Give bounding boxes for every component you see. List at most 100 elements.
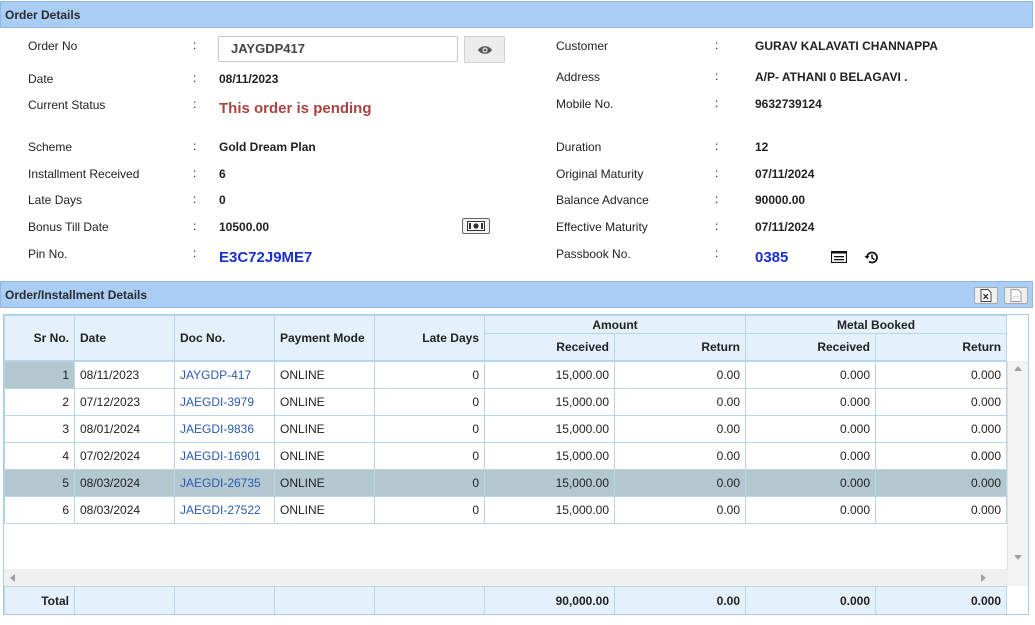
colon: :	[715, 192, 719, 206]
colon: :	[193, 166, 197, 180]
table-row[interactable]: 6 08/03/2024 JAEGDI-27522 ONLINE 0 15,00…	[4, 496, 1007, 524]
table-row-selected[interactable]: 5 08/03/2024 JAEGDI-26735 ONLINE 0 15,00…	[4, 469, 1007, 497]
colon: :	[715, 246, 719, 260]
doc-no-link[interactable]: JAEGDI-16901	[174, 442, 275, 470]
colon: :	[715, 69, 719, 83]
late-days-cell: 0	[374, 469, 485, 497]
passbook-no-label: Passbook No.	[556, 247, 631, 261]
mobile-no-value: 9632739124	[755, 97, 822, 111]
passbook-button[interactable]	[830, 250, 848, 264]
history-button[interactable]	[862, 249, 880, 265]
installment-received-label: Installment Received	[28, 167, 140, 181]
doc-no-link[interactable]: JAEGDI-27522	[174, 496, 275, 524]
col-sr-no[interactable]: Sr No.	[4, 315, 75, 361]
amount-received-cell: 15,000.00	[484, 496, 615, 524]
col-date[interactable]: Date	[74, 315, 175, 361]
installment-grid-body: 1 08/11/2023 JAYGDP-417 ONLINE 0 15,000.…	[4, 361, 1007, 524]
date-cell: 08/01/2024	[74, 415, 175, 443]
amount-received-cell: 15,000.00	[484, 469, 615, 497]
table-row[interactable]: 1 08/11/2023 JAYGDP-417 ONLINE 0 15,000.…	[4, 361, 1007, 389]
original-maturity-label: Original Maturity	[556, 167, 644, 181]
colon: :	[193, 38, 197, 52]
col-late-days[interactable]: Late Days	[374, 315, 485, 361]
metal-return-cell: 0.000	[875, 496, 1007, 524]
effective-maturity-label: Effective Maturity	[556, 220, 648, 234]
history-icon	[864, 251, 878, 263]
doc-no-link[interactable]: JAYGDP-417	[174, 361, 275, 389]
cash-icon	[467, 221, 485, 231]
date-cell: 08/03/2024	[74, 469, 175, 497]
col-group-amount: Amount	[483, 315, 747, 334]
col-payment-mode[interactable]: Payment Mode	[274, 315, 375, 361]
scroll-down-icon[interactable]	[1014, 555, 1022, 560]
horizontal-scrollbar[interactable]	[4, 569, 1008, 586]
table-row[interactable]: 4 07/02/2024 JAEGDI-16901 ONLINE 0 15,00…	[4, 442, 1007, 470]
amount-received-cell: 15,000.00	[484, 415, 615, 443]
export-pdf-button[interactable]	[1004, 287, 1028, 304]
installment-received-value: 6	[219, 167, 226, 181]
table-row[interactable]: 3 08/01/2024 JAEGDI-9836 ONLINE 0 15,000…	[4, 415, 1007, 443]
table-row[interactable]: 2 07/12/2023 JAEGDI-3979 ONLINE 0 15,000…	[4, 388, 1007, 416]
amount-received-cell: 15,000.00	[484, 442, 615, 470]
installment-grid: Sr No. Date Doc No. Payment Mode Late Da…	[3, 314, 1029, 615]
date-cell: 08/03/2024	[74, 496, 175, 524]
col-metal-received[interactable]: Received	[745, 333, 877, 361]
view-order-button[interactable]	[464, 36, 505, 63]
passbook-no-value: 0385	[755, 249, 789, 266]
date-cell: 08/11/2023	[74, 361, 175, 389]
colon: :	[193, 246, 197, 260]
bonus-cash-button[interactable]	[462, 218, 490, 234]
payment-mode-cell: ONLINE	[274, 361, 375, 389]
payment-mode-cell: ONLINE	[274, 496, 375, 524]
export-excel-button[interactable]	[974, 287, 998, 304]
metal-received-cell: 0.000	[745, 361, 876, 389]
order-no-input[interactable]: JAYGDP417	[218, 36, 458, 62]
col-doc-no[interactable]: Doc No.	[174, 315, 275, 361]
installment-grid-header: Sr No. Date Doc No. Payment Mode Late Da…	[4, 315, 1008, 361]
sr-no-cell: 2	[4, 388, 75, 416]
late-days-cell: 0	[374, 415, 485, 443]
sr-no-cell: 3	[4, 415, 75, 443]
excel-icon	[980, 289, 992, 302]
address-label: Address	[556, 70, 601, 84]
colon: :	[193, 219, 197, 233]
sr-no-cell: 4	[4, 442, 75, 470]
duration-value: 12	[755, 140, 769, 154]
colon: :	[715, 219, 719, 233]
metal-return-cell: 0.000	[875, 361, 1007, 389]
scroll-right-icon[interactable]	[981, 574, 986, 582]
order-no-label: Order No	[28, 39, 78, 53]
doc-no-link[interactable]: JAEGDI-26735	[174, 469, 275, 497]
col-amount-received[interactable]: Received	[484, 333, 615, 361]
doc-no-link[interactable]: JAEGDI-9836	[174, 415, 275, 443]
current-status-label: Current Status	[28, 98, 106, 112]
colon: :	[715, 38, 719, 52]
payment-mode-cell: ONLINE	[274, 388, 375, 416]
address-value: A/P- ATHANI 0 BELAGAVI .	[755, 70, 908, 84]
late-days-cell: 0	[374, 496, 485, 524]
metal-return-cell: 0.000	[875, 442, 1007, 470]
installment-details-header: Order/Installment Details	[0, 281, 1033, 308]
date-cell: 07/02/2024	[74, 442, 175, 470]
sr-no-cell: 6	[4, 496, 75, 524]
col-metal-return[interactable]: Return	[875, 333, 1008, 361]
late-days-value: 0	[219, 193, 226, 207]
date-value: 08/11/2023	[219, 72, 279, 86]
amount-return-cell: 0.00	[614, 442, 746, 470]
customer-value: GURAV KALAVATI CHANNAPPA	[755, 39, 938, 53]
order-details-header: Order Details	[0, 1, 1033, 28]
vertical-scrollbar[interactable]	[1007, 361, 1028, 586]
metal-received-cell: 0.000	[745, 496, 876, 524]
doc-no-link[interactable]: JAEGDI-3979	[174, 388, 275, 416]
col-amount-return[interactable]: Return	[613, 333, 747, 361]
scroll-left-icon[interactable]	[10, 574, 15, 582]
scroll-up-icon[interactable]	[1014, 366, 1022, 371]
metal-received-cell: 0.000	[745, 415, 876, 443]
late-days-label: Late Days	[28, 193, 83, 207]
sr-no-cell: 5	[4, 469, 75, 497]
effective-maturity-value: 07/11/2024	[755, 220, 815, 234]
installment-grid-total: Total 90,000.00 0.00 0.000 0.000	[4, 586, 1007, 614]
amount-return-cell: 0.00	[614, 388, 746, 416]
pdf-icon	[1010, 289, 1022, 302]
amount-return-cell: 0.00	[614, 496, 746, 524]
